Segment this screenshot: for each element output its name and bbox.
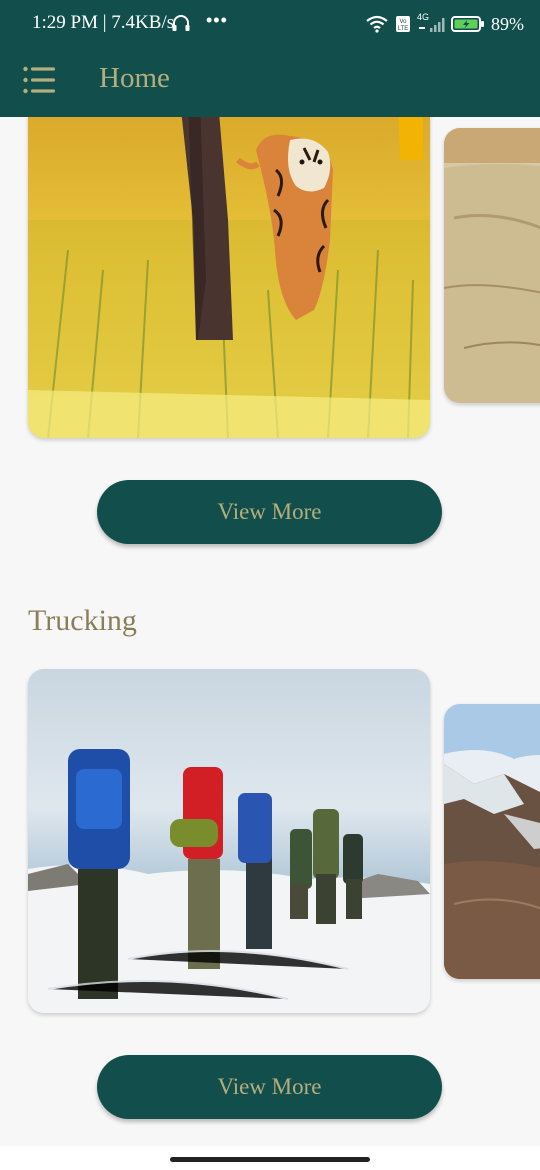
- snowy-mountains-photo[interactable]: [444, 704, 540, 979]
- svg-text:LTE: LTE: [398, 26, 409, 32]
- volte-icon: Vo LTE: [395, 15, 411, 33]
- status-icons: Vo LTE 4G 89%: [365, 12, 524, 36]
- svg-text:Vo: Vo: [399, 19, 407, 25]
- battery-charging-icon: [451, 15, 485, 33]
- backpackers-on-snow-photo[interactable]: [28, 669, 430, 1013]
- status-bar: 1:29 PM | 7.4KB/s ••• Vo LTE 4G 89%: [0, 0, 540, 48]
- status-time: 1:29 PM | 7.4KB/s: [32, 12, 175, 33]
- top-bar: 1:29 PM | 7.4KB/s ••• Vo LTE 4G 89% Home: [0, 0, 540, 117]
- headphones-icon: [171, 14, 191, 37]
- tiger-in-grass-photo[interactable]: [28, 100, 430, 438]
- more-icon: •••: [206, 10, 228, 30]
- view-more-button[interactable]: View More: [97, 1055, 442, 1119]
- home-indicator[interactable]: [170, 1157, 370, 1162]
- signal-icon: 4G: [417, 12, 445, 34]
- page-title: Home: [99, 62, 170, 94]
- app-screen: 1:29 PM | 7.4KB/s ••• Vo LTE 4G 89% Home…: [0, 0, 540, 1170]
- wifi-icon: [365, 15, 389, 33]
- dirt-road-photo[interactable]: [444, 128, 540, 403]
- battery-percent: 89%: [491, 13, 524, 34]
- app-bar: Home: [0, 48, 540, 117]
- network-type: 4G: [417, 12, 430, 22]
- menu-list-icon[interactable]: [22, 65, 56, 95]
- view-more-button[interactable]: View More: [97, 480, 442, 544]
- section-title: Trucking: [28, 604, 137, 637]
- system-nav-bar: [0, 1146, 540, 1170]
